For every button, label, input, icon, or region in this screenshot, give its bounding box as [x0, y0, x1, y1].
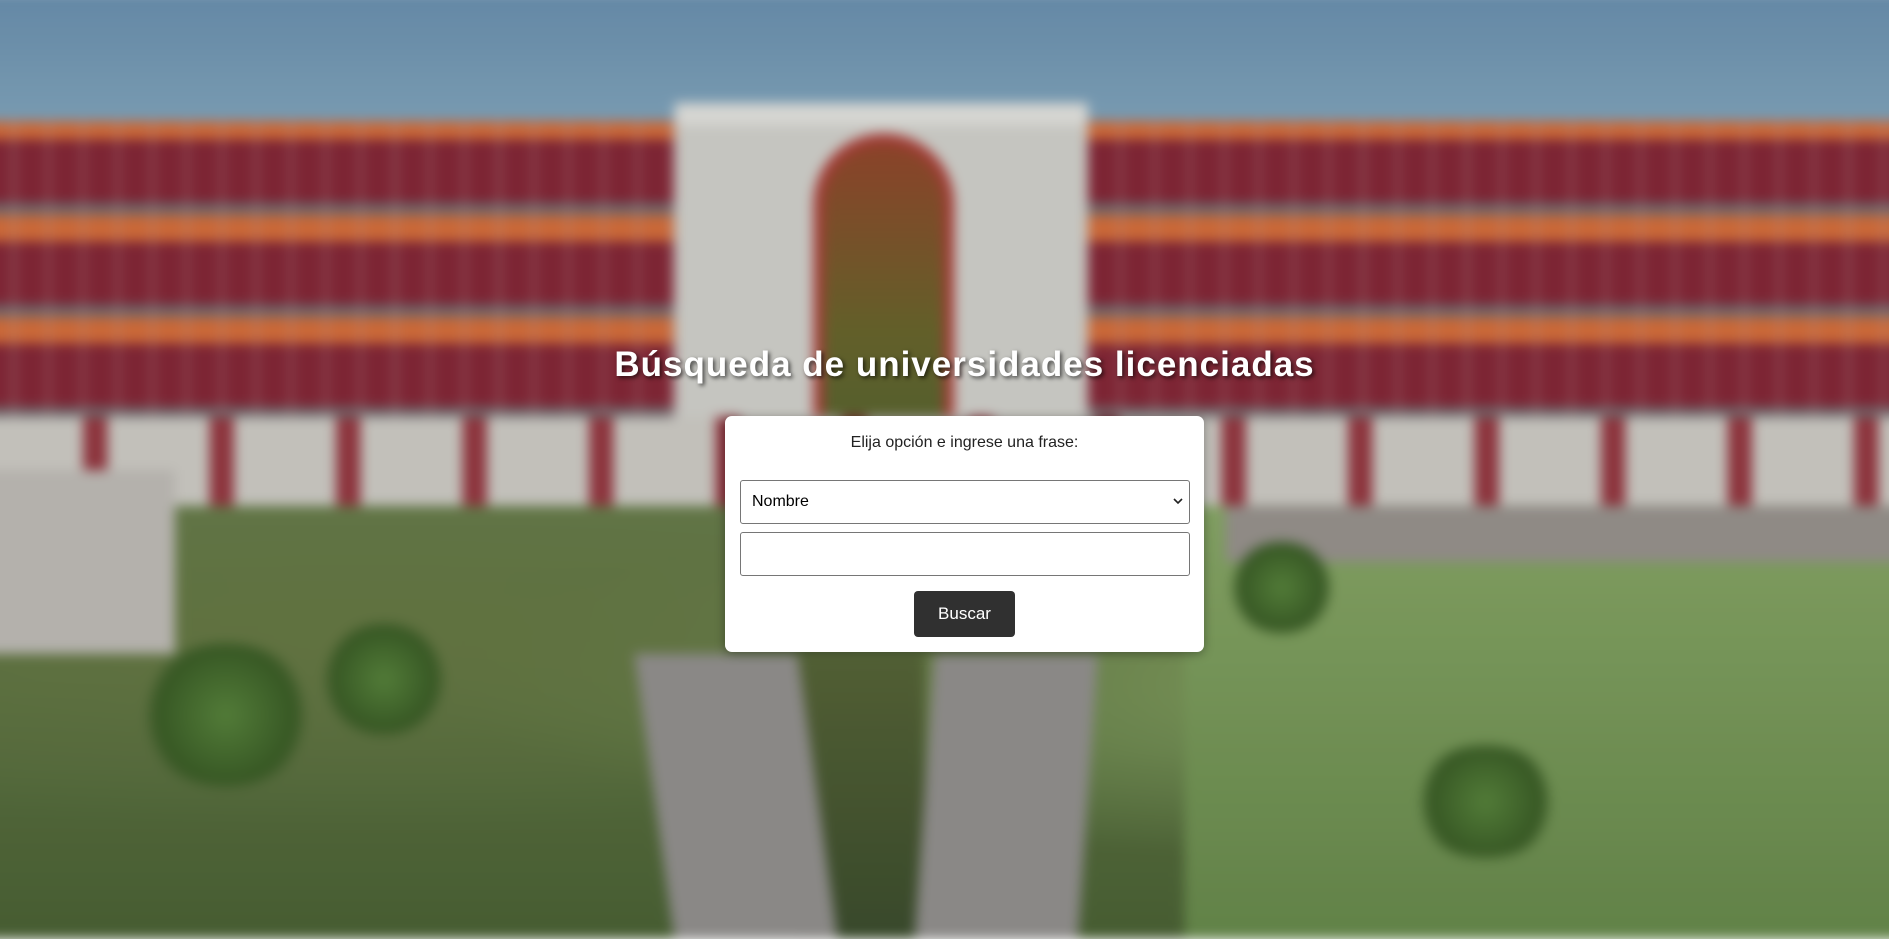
- select-selected-value: Nombre: [752, 493, 809, 510]
- search-option-select[interactable]: Nombre: [740, 480, 1190, 524]
- chevron-down-icon: [1173, 498, 1183, 505]
- search-card: Elija opción e ingrese una frase: Nombre…: [725, 416, 1204, 652]
- search-button[interactable]: Buscar: [914, 591, 1015, 637]
- search-phrase-input[interactable]: [740, 532, 1190, 576]
- page-title: Búsqueda de universidades licenciadas: [614, 345, 1315, 384]
- search-prompt: Elija opción e ingrese una frase:: [850, 434, 1079, 451]
